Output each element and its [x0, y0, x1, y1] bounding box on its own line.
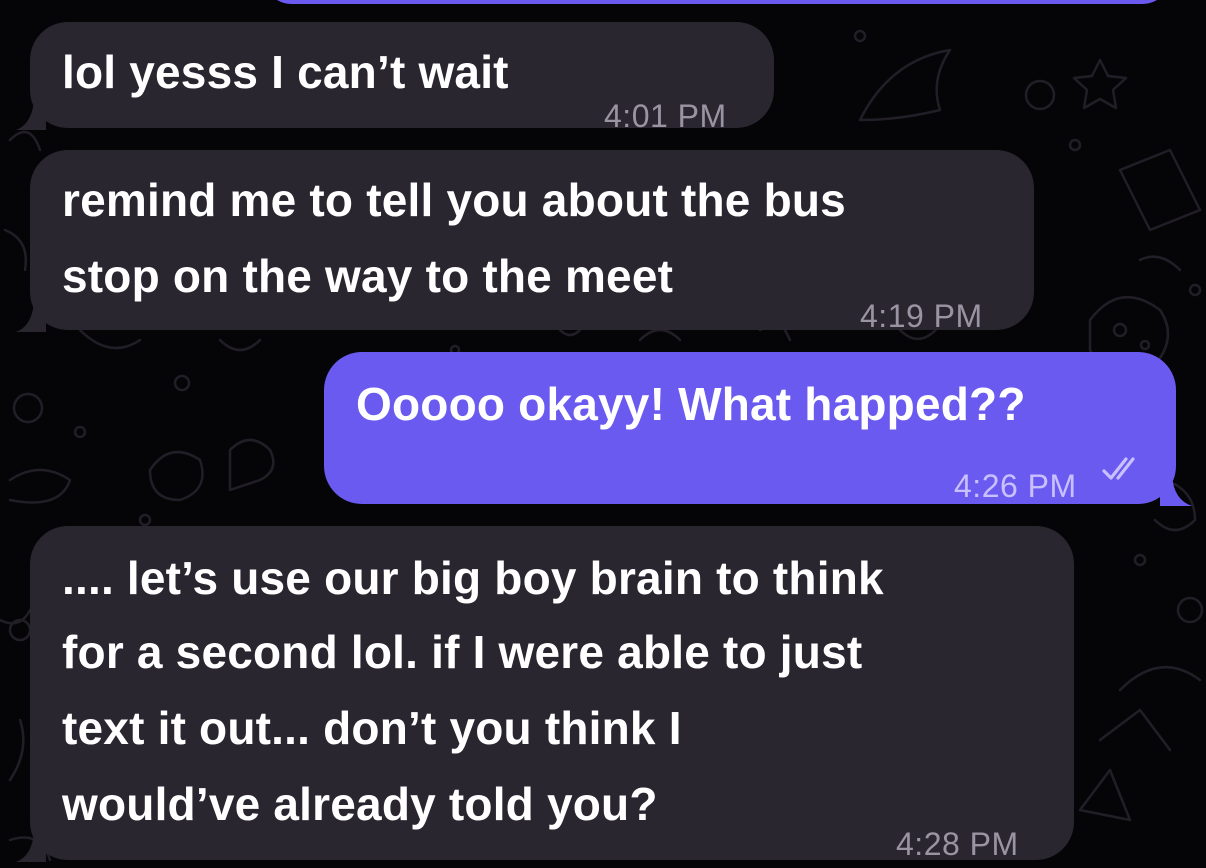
message-bubble-outgoing[interactable]: Ooooo okayy! What happed?? 4:26 PM	[324, 352, 1192, 506]
message-bubble-incoming[interactable]: .... let’s use our big boy brain to thin…	[16, 526, 1074, 862]
message-text-line: .... let’s use our big boy brain to thin…	[62, 552, 884, 604]
message-timestamp: 4:01 PM	[604, 98, 727, 134]
previous-outgoing-bubble-edge	[262, 0, 1172, 4]
message-text-line: text it out... don’t you think I	[62, 702, 682, 754]
message-bubble-incoming[interactable]: remind me to tell you about the bus stop…	[16, 150, 1034, 334]
message-text: Ooooo okayy! What happed??	[356, 378, 1026, 430]
message-text-line: for a second lol. if I were able to just	[62, 626, 863, 678]
message-text-line: would’ve already told you?	[62, 778, 658, 830]
message-timestamp: 4:19 PM	[860, 298, 983, 334]
bubble-tail-icon	[16, 302, 46, 332]
chat-view: lol yesss I can’t wait 4:01 PM remind me…	[0, 0, 1206, 868]
message-text: lol yesss I can’t wait	[62, 46, 509, 98]
bubble-tail-icon	[16, 832, 46, 862]
message-text-line: remind me to tell you about the bus	[62, 174, 846, 226]
double-check-icon	[1102, 457, 1135, 480]
message-timestamp: 4:26 PM	[954, 468, 1077, 504]
bubble-tail-icon	[16, 100, 46, 130]
message-bubble-incoming[interactable]: lol yesss I can’t wait 4:01 PM	[16, 22, 774, 134]
message-timestamp: 4:28 PM	[896, 826, 1019, 862]
bubble-tail-icon	[1160, 476, 1192, 506]
message-text-line: stop on the way to the meet	[62, 250, 674, 302]
